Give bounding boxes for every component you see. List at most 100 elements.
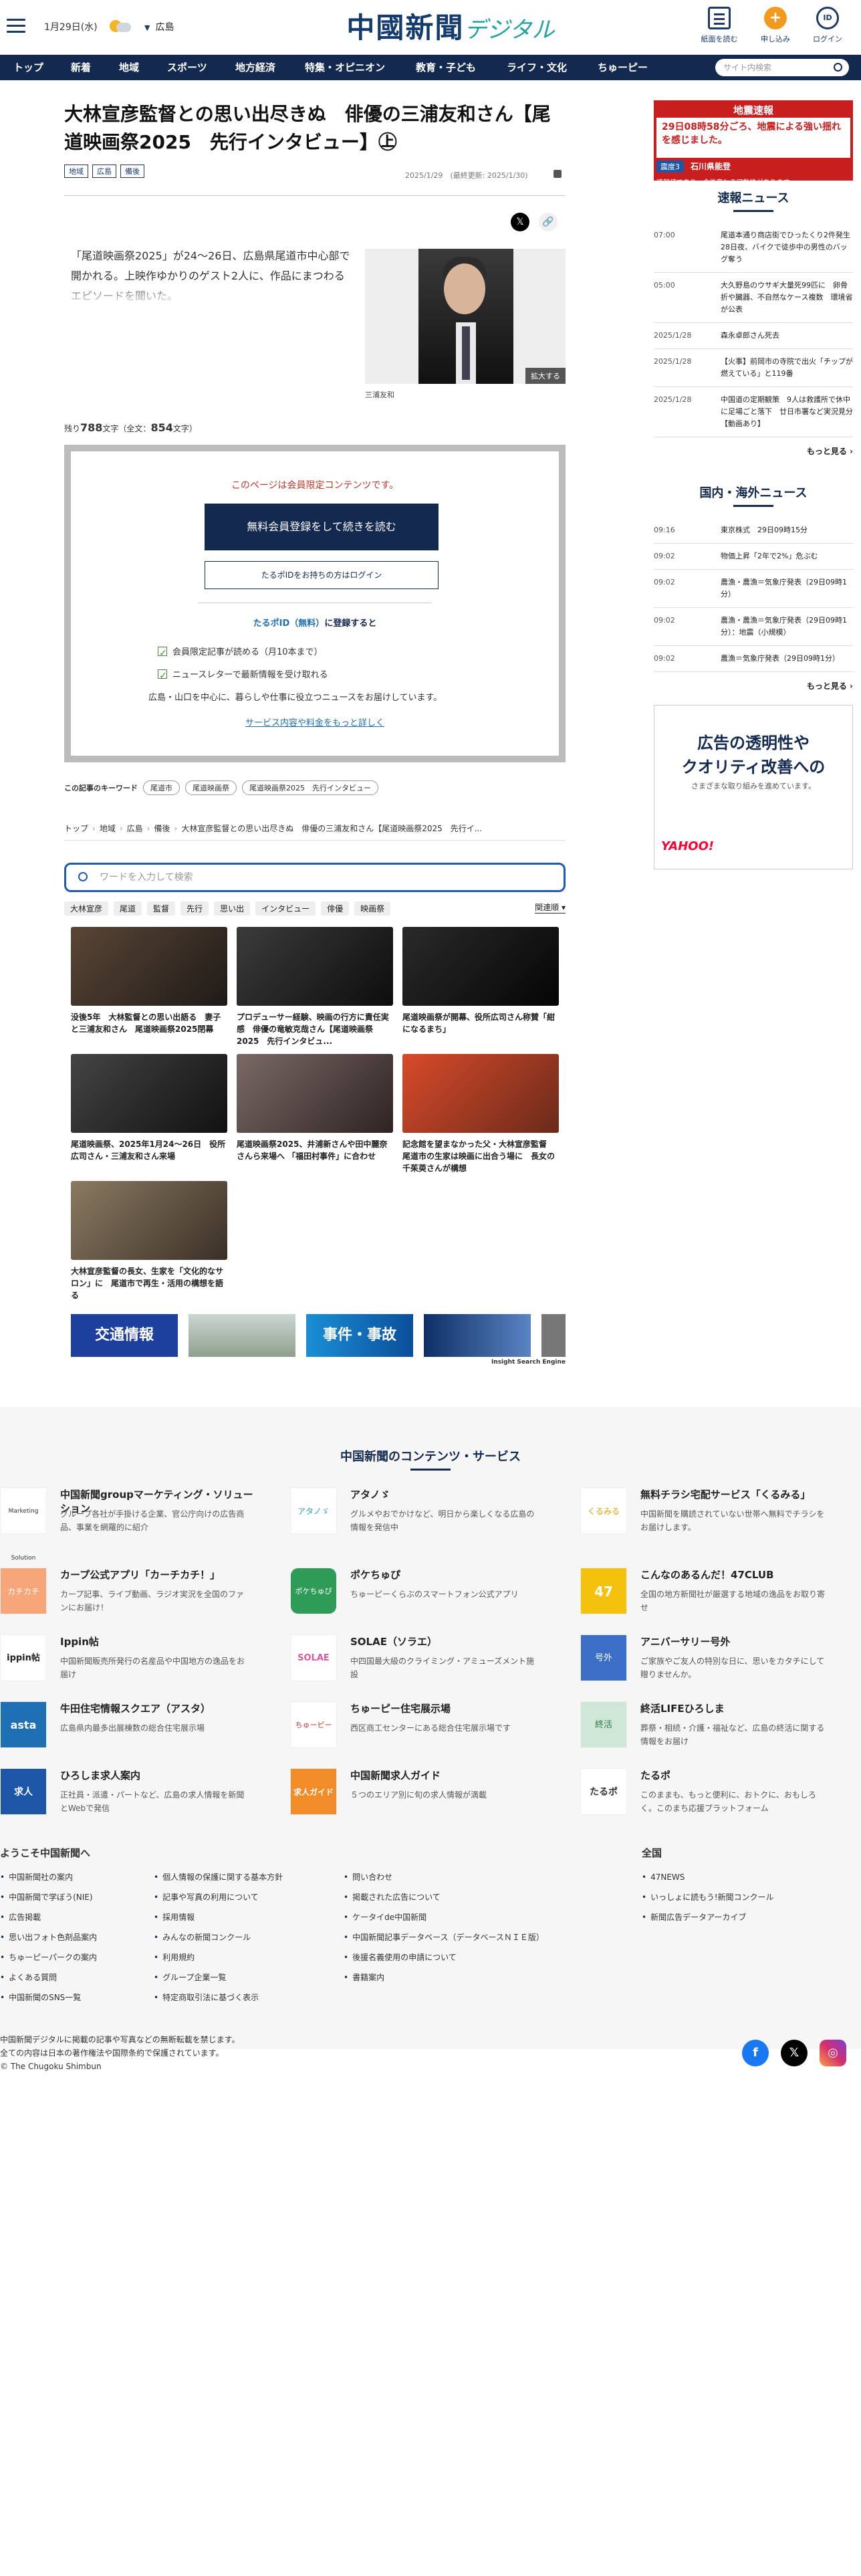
related-card[interactable]: 記念館を望まなかった父・大林宣彦監督 尾道市の生家は映画に出合う場に 長女の千茱…: [402, 1054, 559, 1174]
news-item[interactable]: 09:02 農漁・農漁＝気象庁発表（29日09時1分）：地震（小規模）: [654, 608, 853, 646]
footer-link[interactable]: 新聞広告データアーカイブ: [642, 1907, 774, 1927]
breadcrumb-item[interactable]: 広島: [127, 824, 143, 833]
x-share-icon[interactable]: 𝕏: [511, 213, 529, 231]
related-card[interactable]: 大林宣彦監督の長女、生家を「文化的なサロン」に 尾道市で再生・活用の構想を語る: [71, 1181, 227, 1301]
incident-banner[interactable]: 事件・事故: [306, 1314, 413, 1357]
footer-link[interactable]: 中国新聞で学ぼう(NIE): [0, 1887, 97, 1907]
instagram-icon[interactable]: ◎: [820, 2040, 846, 2066]
keyword-chip[interactable]: 俳優: [321, 901, 350, 916]
keyword-chip[interactable]: 尾道: [114, 901, 142, 916]
keyword-chip[interactable]: 先行: [180, 901, 209, 916]
area-select[interactable]: 広島: [144, 20, 174, 33]
news-item[interactable]: 09:02 農漁・農漁＝気象庁発表（29日09時1分）: [654, 570, 853, 608]
keyword-chip[interactable]: 尾道映画祭: [185, 780, 237, 795]
breadcrumb-item[interactable]: 備後: [154, 824, 170, 833]
card-image: [71, 1054, 227, 1133]
footer-link[interactable]: 利用規約: [154, 1947, 283, 1967]
footer-link[interactable]: 47NEWS: [642, 1867, 774, 1887]
free-register-button[interactable]: 無料会員登録をして続きを読む: [205, 504, 439, 550]
news-item[interactable]: 09:02 物価上昇「2年で2%」危ぶむ: [654, 544, 853, 570]
footer-link[interactable]: 中国新聞社の案内: [0, 1867, 97, 1887]
nav-education[interactable]: 教育・子ども: [416, 55, 476, 80]
facebook-icon[interactable]: f: [742, 2040, 769, 2066]
tag-region[interactable]: 地域: [64, 165, 88, 178]
enlarge-button[interactable]: 拡大する: [525, 368, 566, 384]
traffic-banner[interactable]: 交通情報: [71, 1314, 178, 1357]
footer-link[interactable]: 中国新聞記事データベース（データベースＮＩＥ版）: [344, 1927, 544, 1947]
ise-logo: Insight Search Engine: [491, 1359, 566, 1366]
keyword-chip[interactable]: 尾道市: [143, 780, 180, 795]
nav-new[interactable]: 新着: [71, 55, 91, 80]
breadcrumb-item[interactable]: トップ: [64, 824, 88, 833]
more-link[interactable]: もっと見る ›: [654, 680, 853, 691]
news-item[interactable]: 09:02 農漁＝気象庁発表（29日09時1分）: [654, 646, 853, 672]
promo-banner[interactable]: [424, 1314, 531, 1357]
news-item[interactable]: 09:16 東京株式 29日09時15分: [654, 518, 853, 544]
related-card[interactable]: 没後5年 大林監督との思い出語る 妻子と三浦友和さん 尾道映画祭2025閉幕: [71, 927, 227, 1035]
x-icon[interactable]: 𝕏: [781, 2040, 808, 2066]
more-link[interactable]: もっと見る ›: [654, 445, 853, 457]
news-item[interactable]: 07:00 尾道本通り商店街でひったくり2件発生 28日夜、バイクで徒歩中の男性の…: [654, 223, 858, 273]
footer-link[interactable]: よくある質問: [0, 1967, 97, 1988]
footer-link[interactable]: ケータイde中国新聞: [344, 1907, 544, 1927]
weather-icon[interactable]: [107, 17, 134, 35]
signup-button[interactable]: + 申し込み: [755, 7, 795, 44]
link-copy-icon[interactable]: 🔗: [539, 213, 558, 231]
keyword-chip[interactable]: 大林宣彦: [64, 901, 109, 916]
keyword-chip[interactable]: 思い出: [214, 901, 251, 916]
article-photo[interactable]: 拡大する: [365, 249, 566, 384]
news-item[interactable]: 2025/1/28 【火事】前岡市の寺院で出火「チップが燃えている」と119番: [654, 349, 853, 387]
rabbit-banner[interactable]: [189, 1314, 295, 1357]
footer-link[interactable]: ちゅーピーパークの案内: [0, 1947, 97, 1967]
related-search-input[interactable]: ワードを入力して検索: [64, 863, 566, 892]
news-item[interactable]: 2025/1/28 中国道の定期観策 9人は救護所で休中に足場ごと落下 廿日市署な…: [654, 387, 853, 437]
keyword-chip[interactable]: インタビュー: [255, 901, 316, 916]
search-icon[interactable]: [834, 63, 842, 72]
footer-link[interactable]: 掲載された広告について: [344, 1887, 544, 1907]
keyword-chip[interactable]: 尾道映画祭2025 先行インタビュー: [242, 780, 378, 795]
nav-top[interactable]: トップ: [13, 55, 43, 80]
related-card[interactable]: 尾道映画祭2025、井浦新さんや田中麗奈さんら来場へ 「福田村事件」に合わせ: [237, 1054, 393, 1162]
nav-region[interactable]: 地域: [119, 55, 139, 80]
service-details-link[interactable]: サービス内容や料金をもっと詳しく: [71, 716, 559, 728]
footer-link[interactable]: 思い出フォト色剤品案内: [0, 1927, 97, 1947]
footer-link[interactable]: 後援名義使用の申請について: [344, 1947, 544, 1967]
nav-economy[interactable]: 地方経済: [235, 55, 275, 80]
menu-icon[interactable]: [7, 19, 25, 33]
tag-hiroshima[interactable]: 広島: [92, 165, 116, 178]
footer-link[interactable]: いっしょに読もう!新聞コンクール: [642, 1887, 773, 1907]
footer-link[interactable]: 個人情報の保護に関する基本方針: [154, 1867, 283, 1887]
footer-link[interactable]: みんなの新聞コンクール: [154, 1927, 283, 1947]
footer-link[interactable]: 問い合わせ: [344, 1867, 544, 1887]
footer-link[interactable]: 広告掲載: [0, 1907, 97, 1927]
footer-link[interactable]: 中国新聞のSNS一覧: [0, 1988, 97, 2008]
ad-banner[interactable]: 広告の透明性や クオリティ改善への さまざまな取り組みを進めています。 YAHO…: [654, 705, 853, 869]
related-card[interactable]: 尾道映画祭が開幕、役所広司さん称賛「紺になるまち」: [402, 927, 559, 1035]
tag-bingo[interactable]: 備後: [120, 165, 144, 178]
keyword-chip[interactable]: 監督: [147, 901, 176, 916]
id-login-button[interactable]: たるポIDをお持ちの方はログイン: [205, 561, 439, 589]
login-button[interactable]: ID ログイン: [808, 7, 848, 44]
footer-link[interactable]: 特定商取引法に基づく表示: [154, 1988, 283, 2008]
news-item[interactable]: 2025/1/28 森永卓郎さん死去: [654, 323, 853, 349]
site-search-input[interactable]: サイト内検索: [715, 59, 849, 76]
site-logo[interactable]: 中國新聞デジタル: [340, 5, 562, 45]
related-card[interactable]: プロデューサー経験、映画の行方に責任実感 俳優の竜敏克哉さん【尾道映画祭2025…: [237, 927, 393, 1047]
breadcrumb-item[interactable]: 地域: [100, 824, 116, 833]
card-image: [402, 927, 559, 1006]
related-card[interactable]: 尾道映画祭、2025年1月24～26日 役所広司さん・三浦友和さん来場: [71, 1054, 227, 1162]
footer-link[interactable]: 書籍案内: [344, 1967, 544, 1988]
nav-opinion[interactable]: 特集・オピニオン: [305, 55, 385, 80]
footer-link[interactable]: 採用情報: [154, 1907, 283, 1927]
nav-sports[interactable]: スポーツ: [167, 55, 207, 80]
keyword-chip[interactable]: 映画祭: [354, 901, 391, 916]
read-paper-button[interactable]: 紙面を読む: [699, 7, 739, 44]
earthquake-alert[interactable]: 地震速報 29日08時58分ごろ、地震による強い揺れを感じました。 震度3 石川県…: [654, 100, 853, 187]
sort-select[interactable]: 関連順 ▾: [535, 901, 566, 914]
news-item[interactable]: 05:00 大久野島のウサギ大量死99匹に 卵骨折や臓器、不自然なケース複数 環境…: [654, 273, 853, 323]
promo-banner[interactable]: [541, 1314, 566, 1357]
footer-link[interactable]: 記事や写真の利用について: [154, 1887, 283, 1907]
footer-link[interactable]: グループ企業一覧: [154, 1967, 283, 1988]
nav-chupi[interactable]: ちゅーピー: [598, 55, 648, 80]
nav-life[interactable]: ライフ・文化: [507, 55, 567, 80]
